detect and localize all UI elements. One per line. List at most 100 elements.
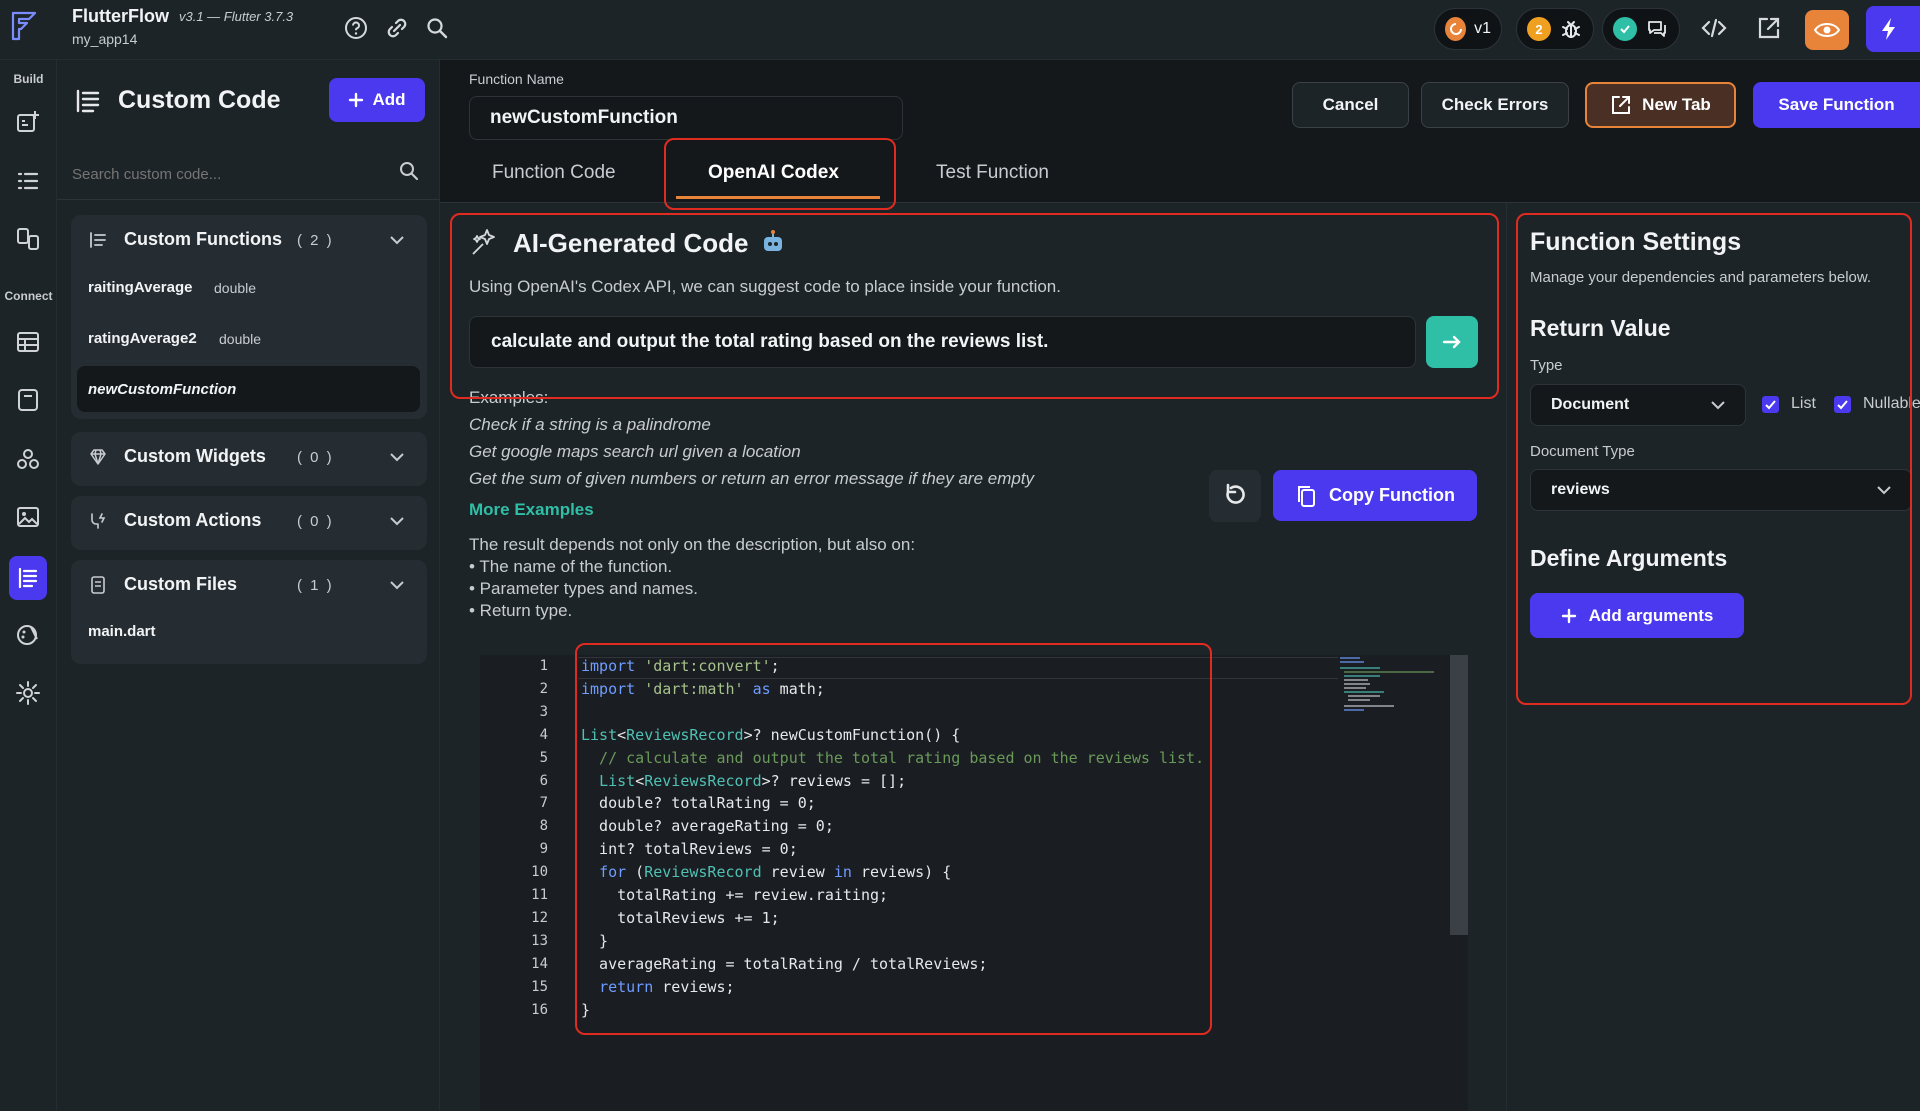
eye-icon [1813,19,1841,41]
return-value-title: Return Value [1530,315,1671,341]
function-name-input[interactable] [469,96,903,140]
tab-function-code[interactable]: Function Code [492,162,616,184]
chevron-down-icon[interactable] [387,511,407,531]
link-icon[interactable] [383,14,411,42]
code-line[interactable]: } [581,932,608,950]
run-button[interactable] [1866,6,1920,52]
return-type-value: Document [1551,396,1630,413]
code-line[interactable]: import 'dart:convert'; [581,657,780,675]
code-line[interactable]: double? totalRating = 0; [581,794,816,812]
editor-scrollbar[interactable] [1450,655,1468,935]
document-type-value: reviews [1551,481,1610,498]
rail-connect-label: Connect [4,289,53,303]
open-external-icon[interactable] [1755,14,1783,42]
custom-code-search-input[interactable] [72,166,372,183]
codex-prompt-input[interactable] [469,316,1416,368]
nullable-checkbox[interactable] [1834,396,1851,413]
chat-icon [1645,17,1669,41]
plus-icon [348,92,364,108]
sidebar-search-icon[interactable] [398,160,420,182]
custom-actions-count: ( 0 ) [297,513,334,530]
debug-pill[interactable]: 2 [1516,8,1594,50]
function-settings-description: Manage your dependencies and parameters … [1530,269,1872,286]
line-number: 2 [539,680,548,697]
custom-widgets-count: ( 0 ) [297,449,334,466]
function-tabs [440,148,1920,203]
examples-title: Examples: [469,388,549,407]
plus-icon [1561,608,1577,624]
code-line[interactable]: averageRating = totalRating / totalRevie… [581,955,987,973]
line-number: 1 [539,658,548,674]
code-line[interactable]: double? averageRating = 0; [581,817,834,835]
help-icon[interactable] [342,14,370,42]
theme-icon[interactable] [9,616,47,654]
example-item[interactable]: Check if a string is a palindrome [469,415,711,435]
check-errors-button[interactable]: Check Errors [1421,82,1569,128]
bug-count-badge: 2 [1527,17,1551,41]
add-custom-code-button[interactable]: Add [329,78,425,122]
copy-function-button[interactable]: Copy Function [1273,470,1477,521]
document-type-dropdown[interactable]: reviews [1530,469,1912,511]
custom-files-title[interactable]: Custom Files [124,574,237,595]
flutterflow-logo-icon[interactable] [7,9,41,43]
code-line[interactable]: totalReviews += 1; [581,909,780,927]
more-examples-link[interactable]: More Examples [469,500,594,520]
code-line[interactable]: int? totalReviews = 0; [581,840,798,858]
code-line[interactable]: List<ReviewsRecord>? reviews = []; [581,772,906,790]
tab-test-function[interactable]: Test Function [936,162,1049,184]
preview-button[interactable] [1805,10,1849,50]
code-line[interactable]: return reviews; [581,978,734,996]
line-number: 9 [539,841,548,858]
search-icon[interactable] [423,14,451,42]
code-view-icon[interactable] [1700,14,1728,42]
chevron-down-icon[interactable] [387,230,407,250]
widget-palette-icon[interactable] [9,103,47,141]
example-item[interactable]: Get the sum of given numbers or return a… [469,469,1034,489]
rail-build-label: Build [13,72,44,86]
media-assets-icon[interactable] [9,498,47,536]
storage-icon[interactable] [9,381,47,419]
save-function-button[interactable]: Save Function [1753,82,1920,128]
chevron-down-icon[interactable] [387,447,407,467]
chevron-down-icon [1709,396,1727,414]
integrations-icon[interactable] [9,440,47,478]
version-label: v1 [1474,20,1491,37]
document-type-label: Document Type [1530,443,1635,460]
reset-button[interactable] [1209,470,1261,522]
ai-description: Using OpenAI's Codex API, we can suggest… [469,277,1061,296]
chevron-down-icon[interactable] [387,575,407,595]
add-arguments-button[interactable]: Add arguments [1530,593,1744,638]
custom-code-icon[interactable] [9,556,47,600]
generate-code-button[interactable] [1426,316,1478,368]
version-pill[interactable]: v1 [1434,8,1502,50]
data-schema-icon[interactable] [9,323,47,361]
storyboard-icon[interactable] [9,220,47,258]
file-item-name[interactable]: main.dart [88,623,156,640]
code-line[interactable]: for (ReviewsRecord review in reviews) { [581,863,951,881]
code-minimap[interactable] [1338,655,1448,715]
new-tab-button[interactable]: New Tab [1585,82,1736,128]
custom-files-count: ( 1 ) [297,577,334,594]
code-line[interactable]: } [581,1001,590,1019]
function-item-name[interactable]: newCustomFunction [88,381,236,398]
status-pill[interactable] [1602,8,1680,50]
example-item[interactable]: Get google maps search url given a locat… [469,442,801,462]
settings-gear-icon[interactable] [9,674,47,712]
save-function-label: Save Function [1778,95,1895,114]
function-item-name[interactable]: raitingAverage [88,279,192,296]
code-editor[interactable] [480,655,1468,1111]
code-line[interactable]: // calculate and output the total rating… [581,749,1204,767]
cancel-button[interactable]: Cancel [1292,82,1409,128]
new-tab-label: New Tab [1642,95,1711,114]
project-name[interactable]: my_app14 [72,31,137,47]
code-line[interactable]: List<ReviewsRecord>? newCustomFunction()… [581,726,960,744]
code-line[interactable]: totalRating += review.raiting; [581,886,888,904]
code-line[interactable]: import 'dart:math' as math; [581,680,825,698]
function-item-name[interactable]: ratingAverage2 [88,330,197,347]
custom-functions-title[interactable]: Custom Functions [124,229,282,250]
return-type-dropdown[interactable]: Document [1530,384,1746,426]
tab-openai-codex[interactable]: OpenAI Codex [708,162,839,184]
widget-tree-icon[interactable] [9,162,47,200]
check-icon [1613,17,1637,41]
list-checkbox[interactable] [1762,396,1779,413]
